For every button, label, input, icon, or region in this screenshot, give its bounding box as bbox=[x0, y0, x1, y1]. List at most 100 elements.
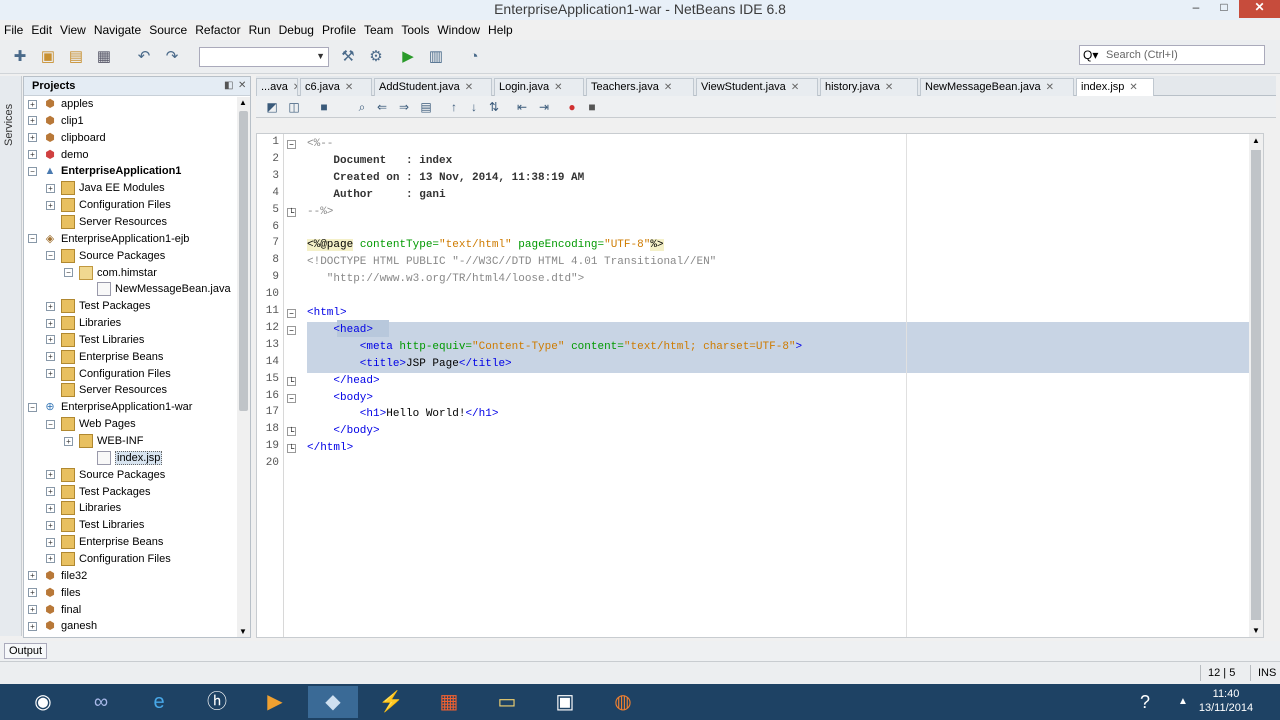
save-all-icon[interactable]: ▦ bbox=[94, 47, 114, 67]
menu-source[interactable]: Source bbox=[145, 20, 191, 37]
build-icon[interactable]: ⚒ bbox=[338, 47, 358, 67]
expand-toggle-icon[interactable]: + bbox=[46, 352, 55, 362]
expand-toggle-icon[interactable]: + bbox=[46, 369, 55, 379]
netbeans-icon[interactable]: ◆ bbox=[308, 686, 358, 718]
editor-tab[interactable]: Teachers.java ✕ bbox=[586, 78, 694, 96]
close-tab-icon[interactable]: ✕ bbox=[554, 82, 562, 93]
editor-tab[interactable]: ViewStudent.java ✕ bbox=[696, 78, 818, 96]
tree-item[interactable]: + Test Libraries bbox=[46, 332, 144, 350]
expand-toggle-icon[interactable]: + bbox=[46, 200, 55, 210]
fold-toggle-icon[interactable]: └ bbox=[287, 376, 296, 386]
toggle-bookmark-icon[interactable]: ⇅ bbox=[486, 99, 502, 115]
close-button[interactable]: ✕ bbox=[1239, 0, 1280, 18]
tree-item[interactable]: Server Resources bbox=[46, 383, 167, 400]
debug-icon[interactable]: ▥ bbox=[426, 47, 446, 67]
fold-toggle-icon[interactable]: └ bbox=[287, 444, 296, 454]
profile-icon[interactable]: ◔ bbox=[464, 47, 484, 67]
editor-tab[interactable]: index.jsp ✕ bbox=[1076, 78, 1154, 96]
tree-item[interactable]: + ⬢ final bbox=[28, 603, 81, 620]
run-icon[interactable]: ▶ bbox=[398, 47, 418, 67]
menu-edit[interactable]: Edit bbox=[27, 20, 56, 37]
maximize-button[interactable]: □ bbox=[1211, 0, 1237, 18]
back-icon[interactable]: ◫ bbox=[286, 99, 302, 115]
stop-macro-icon[interactable]: ■ bbox=[584, 99, 600, 115]
tree-item[interactable]: + Enterprise Beans bbox=[46, 535, 163, 552]
app-icon[interactable]: ⚡ bbox=[366, 686, 416, 718]
menu-profile[interactable]: Profile bbox=[318, 20, 360, 37]
close-panel-icon[interactable]: ✕ bbox=[238, 80, 246, 91]
expand-toggle-icon[interactable]: + bbox=[28, 116, 37, 126]
tree-item[interactable]: − ▲ EnterpriseApplication1 bbox=[28, 164, 181, 181]
tree-item[interactable]: + ⬢ apples bbox=[28, 97, 93, 114]
file-explorer-icon[interactable]: ▭ bbox=[482, 686, 532, 718]
tree-item[interactable]: Server Resources bbox=[46, 214, 167, 232]
infinity-app-icon[interactable]: ∞ bbox=[76, 686, 126, 718]
minimize-button[interactable]: – bbox=[1183, 0, 1209, 18]
expand-toggle-icon[interactable]: + bbox=[46, 183, 55, 193]
menu-debug[interactable]: Debug bbox=[275, 20, 318, 37]
expand-toggle-icon[interactable]: + bbox=[46, 487, 55, 497]
firefox-icon[interactable]: ◍ bbox=[598, 686, 648, 718]
scroll-up-icon[interactable]: ▲ bbox=[1252, 136, 1260, 145]
next-bookmark-icon[interactable]: ↓ bbox=[466, 99, 482, 115]
internet-explorer-icon[interactable]: e bbox=[134, 686, 184, 718]
expand-toggle-icon[interactable]: + bbox=[46, 470, 55, 480]
expand-toggle-icon[interactable]: + bbox=[64, 436, 73, 446]
scroll-thumb[interactable] bbox=[1251, 150, 1261, 620]
tree-item[interactable]: + Java EE Modules bbox=[46, 181, 165, 198]
fold-toggle-icon[interactable]: − bbox=[287, 140, 296, 149]
menu-tools[interactable]: Tools bbox=[397, 20, 433, 37]
clock[interactable]: 11:40 13/11/2014 bbox=[1196, 687, 1256, 715]
expand-toggle-icon[interactable]: + bbox=[28, 588, 37, 598]
close-tab-icon[interactable]: ✕ bbox=[1129, 82, 1137, 93]
tree-item[interactable]: + Source Packages bbox=[46, 467, 165, 485]
expand-toggle-icon[interactable]: + bbox=[46, 318, 55, 328]
source-history-icon[interactable]: ◩ bbox=[264, 99, 280, 115]
expand-toggle-icon[interactable]: + bbox=[28, 605, 37, 614]
open-project-icon[interactable]: ▤ bbox=[66, 47, 86, 67]
expand-toggle-icon[interactable]: + bbox=[46, 503, 55, 513]
redo-icon[interactable]: ↷ bbox=[162, 47, 182, 67]
find-icon[interactable]: ⌕ bbox=[354, 99, 370, 115]
projects-scrollbar[interactable]: ▲ ▼ bbox=[237, 97, 250, 637]
tree-item[interactable]: + Configuration Files bbox=[46, 198, 171, 215]
fold-toggle-icon[interactable]: − bbox=[287, 393, 296, 403]
expand-toggle-icon[interactable]: − bbox=[28, 402, 37, 412]
expand-toggle-icon[interactable]: − bbox=[28, 166, 37, 176]
expand-toggle-icon[interactable]: + bbox=[28, 150, 37, 160]
forward-icon[interactable]: ■ bbox=[316, 99, 332, 115]
menu-help[interactable]: Help bbox=[484, 20, 517, 37]
expand-toggle-icon[interactable]: − bbox=[46, 251, 55, 261]
fold-toggle-icon[interactable]: − bbox=[287, 309, 296, 318]
shift-left-icon[interactable]: ⇤ bbox=[514, 99, 530, 115]
clean-build-icon[interactable]: ⚙ bbox=[366, 47, 386, 67]
expand-toggle-icon[interactable]: + bbox=[46, 520, 55, 530]
tree-item[interactable]: NewMessageBean.java bbox=[82, 282, 231, 299]
tree-item[interactable]: − ◈ EnterpriseApplication1-ejb bbox=[28, 232, 189, 249]
tree-item[interactable]: + Libraries bbox=[46, 316, 121, 333]
start-macro-icon[interactable]: ● bbox=[564, 99, 580, 115]
tree-item[interactable]: − Web Pages bbox=[46, 417, 136, 434]
new-file-icon[interactable]: ✚ bbox=[10, 47, 30, 67]
media-player-icon[interactable]: ▶ bbox=[250, 686, 300, 718]
menu-team[interactable]: Team bbox=[360, 20, 397, 37]
expand-toggle-icon[interactable]: + bbox=[46, 554, 55, 564]
close-tab-icon[interactable]: ✕ bbox=[293, 82, 297, 93]
editor-tab[interactable]: c6.java ✕ bbox=[300, 78, 372, 96]
scroll-up-icon[interactable]: ▲ bbox=[239, 98, 247, 107]
tray-arrow-icon[interactable]: ▲ bbox=[1178, 696, 1188, 707]
previous-bookmark-icon[interactable]: ↑ bbox=[446, 99, 462, 115]
tree-item[interactable]: + ⬢ clipboard bbox=[28, 131, 106, 148]
fold-toggle-icon[interactable]: └ bbox=[287, 207, 296, 217]
close-tab-icon[interactable]: ✕ bbox=[664, 82, 672, 93]
tree-item[interactable]: + WEB-INF bbox=[64, 434, 143, 451]
save-app-icon[interactable]: ▣ bbox=[540, 686, 590, 718]
tree-item[interactable]: − ⊕ EnterpriseApplication1-war bbox=[28, 400, 192, 417]
tree-item[interactable]: + Libraries bbox=[46, 501, 121, 518]
close-tab-icon[interactable]: ✕ bbox=[345, 82, 353, 93]
new-project-icon[interactable]: ▣ bbox=[38, 47, 58, 67]
editor-tab[interactable]: NewMessageBean.java ✕ bbox=[920, 78, 1074, 96]
expand-toggle-icon[interactable]: − bbox=[46, 419, 55, 429]
fold-toggle-icon[interactable]: └ bbox=[287, 427, 296, 437]
scroll-down-icon[interactable]: ▼ bbox=[239, 627, 247, 636]
